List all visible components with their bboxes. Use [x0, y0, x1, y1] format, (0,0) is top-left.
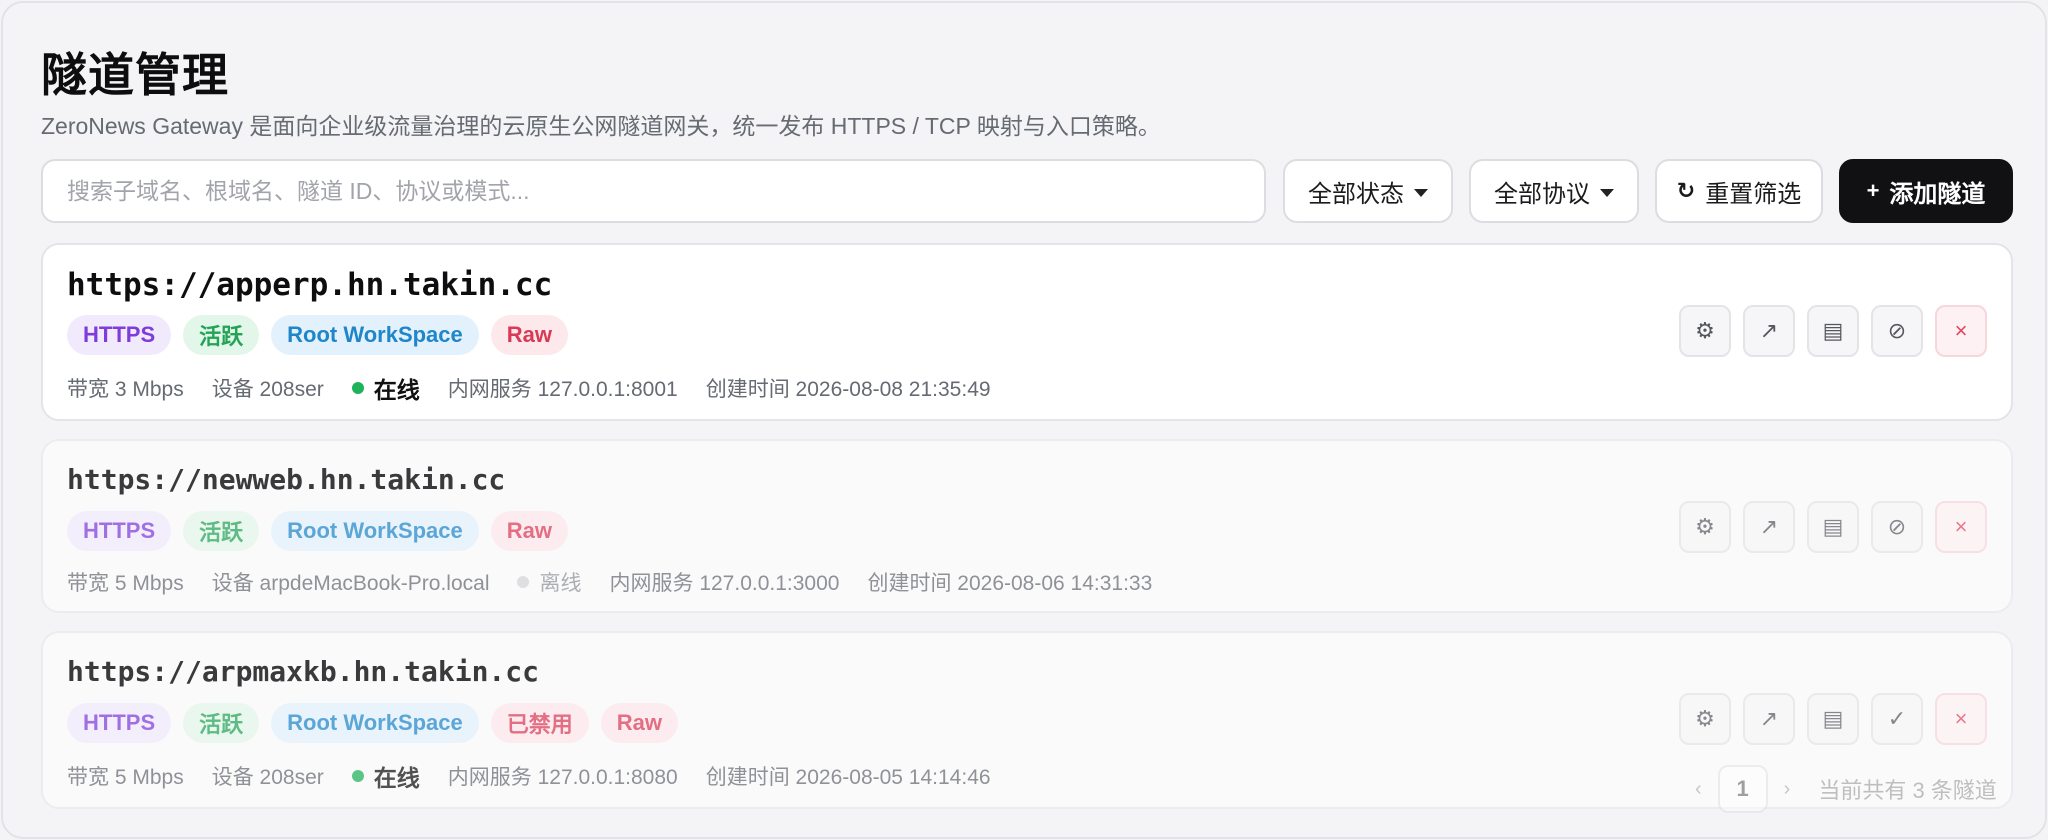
protocol-badge: HTTPS [67, 703, 172, 743]
open-link-button[interactable]: ↗ [1743, 501, 1795, 553]
tunnel-actions: ⚙ ↗ ▤ ✓ × [1679, 693, 1987, 745]
list-icon: ▤ [1822, 318, 1844, 343]
gear-icon: ⚙ [1695, 706, 1715, 731]
open-link-button[interactable]: ↗ [1743, 305, 1795, 357]
mode-badge: Raw [600, 703, 679, 743]
mode-badge: Raw [490, 315, 569, 355]
offline-dot-icon [517, 576, 530, 588]
close-icon: × [1954, 318, 1968, 343]
service-text: 内网服务 127.0.0.1:8001 [447, 378, 678, 401]
tunnel-meta: 带宽 3 Mbps 设备 208ser 在线 内网服务 127.0.0.1:80… [67, 371, 991, 405]
enable-button[interactable]: ✓ [1871, 693, 1923, 745]
ban-icon: ⊘ [1887, 514, 1907, 539]
plus-icon: + [1866, 178, 1880, 203]
page-title: 隧道管理 [41, 48, 229, 102]
tunnel-meta: 带宽 5 Mbps 设备 208ser 在线 内网服务 127.0.0.1:80… [67, 759, 991, 793]
state-badge: 活跃 [183, 511, 260, 551]
tunnel-url[interactable]: https://apperp.hn.takin.cc [67, 267, 552, 303]
gear-icon: ⚙ [1695, 514, 1715, 539]
settings-button[interactable]: ⚙ [1679, 693, 1731, 745]
disabled-badge: 已禁用 [490, 703, 589, 743]
status-indicator: 在线 [351, 759, 420, 793]
gear-icon: ⚙ [1695, 318, 1715, 343]
status-indicator: 在线 [351, 371, 420, 405]
logs-button[interactable]: ▤ [1807, 501, 1859, 553]
status-label: 离线 [539, 572, 582, 595]
tunnel-url[interactable]: https://newweb.hn.takin.cc [67, 463, 505, 496]
external-link-icon: ↗ [1759, 706, 1779, 731]
tunnel-management-page: 隧道管理 ZeroNews Gateway 是面向企业级流量治理的云原生公网隧道… [1, 1, 2047, 839]
tunnel-badges: HTTPS 活跃 Root WorkSpace Raw [67, 315, 569, 355]
logs-button[interactable]: ▤ [1807, 693, 1859, 745]
chevron-down-icon [1600, 188, 1614, 197]
delete-button[interactable]: × [1935, 693, 1987, 745]
online-dot-icon [351, 382, 364, 394]
tunnel-url[interactable]: https://arpmaxkb.hn.takin.cc [67, 655, 539, 688]
list-icon: ▤ [1822, 706, 1844, 731]
add-tunnel-label: 添加隧道 [1889, 180, 1986, 208]
chevron-down-icon [1414, 188, 1428, 197]
state-badge: 活跃 [183, 703, 260, 743]
created-time-text: 创建时间 2026-08-05 14:14:46 [705, 766, 991, 789]
delete-button[interactable]: × [1935, 501, 1987, 553]
created-time-text: 创建时间 2026-08-06 14:31:33 [867, 572, 1153, 595]
workspace-badge: Root WorkSpace [271, 315, 479, 355]
protocol-badge: HTTPS [67, 315, 172, 355]
state-badge: 活跃 [183, 315, 260, 355]
next-page-icon[interactable]: › [1784, 778, 1791, 801]
close-icon: × [1954, 514, 1968, 539]
tunnel-actions: ⚙ ↗ ▤ ⊘ × [1679, 305, 1987, 357]
open-link-button[interactable]: ↗ [1743, 693, 1795, 745]
device-text: 设备 208ser [211, 766, 324, 789]
online-dot-icon [351, 770, 364, 782]
device-text: 设备 arpdeMacBook-Pro.local [211, 572, 490, 595]
list-icon: ▤ [1822, 514, 1844, 539]
total-count-text: 当前共有 3 条隧道 [1818, 778, 1997, 803]
delete-button[interactable]: × [1935, 305, 1987, 357]
status-label: 在线 [373, 765, 420, 791]
bandwidth-text: 带宽 5 Mbps [67, 766, 184, 789]
logs-button[interactable]: ▤ [1807, 305, 1859, 357]
reload-icon: ↻ [1676, 178, 1696, 203]
device-text: 设备 208ser [211, 378, 324, 401]
pagination: ‹ 1 › 当前共有 3 条隧道 [1695, 765, 1997, 813]
disable-button[interactable]: ⊘ [1871, 501, 1923, 553]
tunnel-badges: HTTPS 活跃 Root WorkSpace Raw [67, 511, 569, 551]
workspace-badge: Root WorkSpace [271, 511, 479, 551]
protocol-filter-label: 全部协议 [1494, 180, 1590, 208]
tunnel-meta: 带宽 5 Mbps 设备 arpdeMacBook-Pro.local 离线 内… [67, 567, 1152, 597]
disable-button[interactable]: ⊘ [1871, 305, 1923, 357]
created-time-text: 创建时间 2026-08-08 21:35:49 [705, 378, 991, 401]
service-text: 内网服务 127.0.0.1:8080 [447, 766, 678, 789]
check-icon: ✓ [1887, 706, 1907, 731]
external-link-icon: ↗ [1759, 514, 1779, 539]
prev-page-icon[interactable]: ‹ [1695, 778, 1702, 801]
status-label: 在线 [373, 377, 420, 403]
add-tunnel-button[interactable]: + 添加隧道 [1839, 159, 2013, 223]
close-icon: × [1954, 706, 1968, 731]
tunnel-actions: ⚙ ↗ ▤ ⊘ × [1679, 501, 1987, 553]
status-indicator: 离线 [517, 567, 581, 597]
settings-button[interactable]: ⚙ [1679, 501, 1731, 553]
tunnel-card[interactable]: https://apperp.hn.takin.cc HTTPS 活跃 Root… [41, 243, 2013, 421]
service-text: 内网服务 127.0.0.1:3000 [609, 572, 840, 595]
mode-badge: Raw [490, 511, 569, 551]
status-filter-dropdown[interactable]: 全部状态 [1283, 159, 1453, 223]
settings-button[interactable]: ⚙ [1679, 305, 1731, 357]
page-number-button[interactable]: 1 [1717, 765, 1768, 813]
reset-filters-label: 重置筛选 [1705, 180, 1802, 208]
protocol-badge: HTTPS [67, 511, 172, 551]
tunnel-card[interactable]: https://newweb.hn.takin.cc HTTPS 活跃 Root… [41, 439, 2013, 613]
page-subtitle: ZeroNews Gateway 是面向企业级流量治理的云原生公网隧道网关，统一… [41, 113, 1161, 139]
reset-filters-button[interactable]: ↻ 重置筛选 [1655, 159, 1823, 223]
ban-icon: ⊘ [1887, 318, 1907, 343]
protocol-filter-dropdown[interactable]: 全部协议 [1469, 159, 1639, 223]
external-link-icon: ↗ [1759, 318, 1779, 343]
bandwidth-text: 带宽 5 Mbps [67, 572, 184, 595]
tunnel-badges: HTTPS 活跃 Root WorkSpace 已禁用 Raw [67, 703, 679, 743]
status-filter-label: 全部状态 [1308, 180, 1404, 208]
bandwidth-text: 带宽 3 Mbps [67, 378, 184, 401]
workspace-badge: Root WorkSpace [271, 703, 479, 743]
search-input[interactable] [41, 159, 1266, 223]
